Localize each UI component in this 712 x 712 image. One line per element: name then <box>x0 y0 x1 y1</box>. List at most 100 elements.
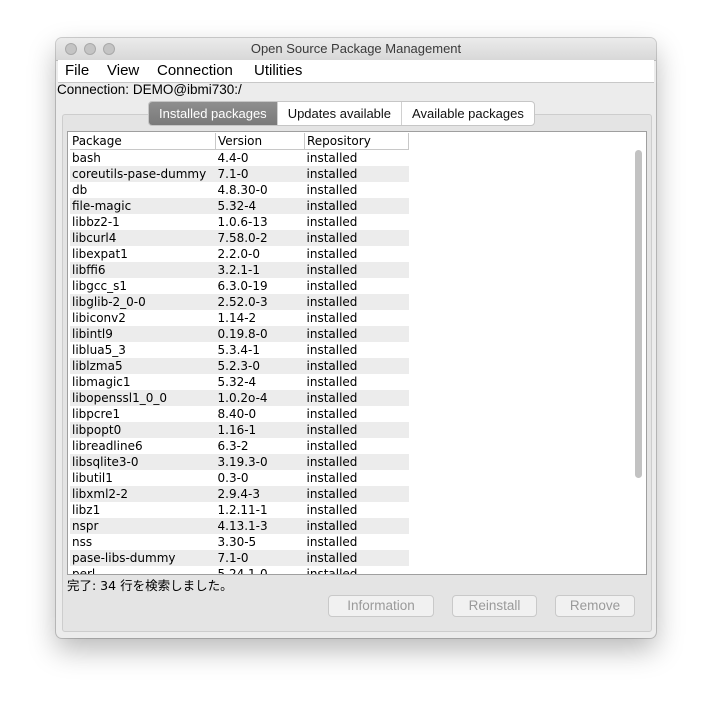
cell-version: 2.9.4-3 <box>215 486 305 502</box>
table-header-row: Package Version Repository <box>70 133 409 150</box>
table-row[interactable]: pase-libs-dummy 7.1-0 installed <box>70 550 409 566</box>
cell-version: 3.30-5 <box>217 535 257 549</box>
table-row[interactable]: libglib-2_0-0 2.52.0-3 installed <box>70 294 409 310</box>
table-row[interactable]: libbz2-1 1.0.6-13 installed <box>70 214 409 230</box>
table-row[interactable]: libutil1 0.3-0 installed <box>70 470 409 486</box>
table-row[interactable]: libpcre1 8.40-0 installed <box>70 406 409 422</box>
cell-repository: installed <box>304 294 409 310</box>
cell-repository: installed <box>306 151 358 165</box>
tab-bar: Installed packages Updates available Ava… <box>148 101 535 126</box>
cell-package: libz1 <box>72 503 101 517</box>
cell-repository: installed <box>304 358 409 374</box>
menu-view[interactable]: View <box>107 62 139 79</box>
cell-version: 4.4-0 <box>217 151 249 165</box>
table-row[interactable]: file-magic 5.32-4 installed <box>70 198 409 214</box>
cell-package: libopenssl1_0_0 <box>70 390 216 406</box>
cell-package: file-magic <box>70 198 216 214</box>
table-row[interactable]: libxml2-2 2.9.4-3 installed <box>70 486 409 502</box>
table-row[interactable]: libz1 1.2.11-1 installed <box>70 502 409 518</box>
package-table-body: bash 4.4-0 installed coreutils-pase-dummy 7.… <box>70 150 409 575</box>
cell-package: libutil1 <box>72 471 113 485</box>
reinstall-button[interactable]: Reinstall <box>452 595 537 617</box>
cell-version: 5.32-4 <box>215 198 305 214</box>
connection-info: Connection: DEMO@ibmi730:/ <box>57 82 242 97</box>
cell-version: 6.3-2 <box>217 439 249 453</box>
cell-version: 0.3-0 <box>217 471 249 485</box>
column-header-version[interactable]: Version <box>215 133 305 150</box>
table-row[interactable]: libopenssl1_0_0 1.0.2o-4 installed <box>70 390 409 406</box>
column-header-package[interactable]: Package <box>70 133 216 150</box>
table-row[interactable]: liblzma5 5.2.3-0 installed <box>70 358 409 374</box>
cell-repository: installed <box>306 471 358 485</box>
cell-version: 3.19.3-0 <box>215 454 305 470</box>
cell-version: 3.2.1-1 <box>215 262 305 278</box>
cell-version: 5.2.3-0 <box>215 358 305 374</box>
cell-repository: installed <box>306 311 358 325</box>
menu-file[interactable]: File <box>65 62 89 79</box>
cell-package: libgcc_s1 <box>72 279 127 293</box>
cell-package: libmagic1 <box>72 375 131 389</box>
cell-version: 5.3.4-1 <box>217 343 261 357</box>
table-row[interactable]: nss 3.30-5 installed <box>70 534 409 550</box>
cell-repository: installed <box>306 535 358 549</box>
cell-repository: installed <box>304 230 409 246</box>
cell-version: 1.16-1 <box>215 422 305 438</box>
table-row[interactable]: libreadline6 6.3-2 installed <box>70 438 409 454</box>
tab-available-packages[interactable]: Available packages <box>401 102 534 125</box>
table-row[interactable]: bash 4.4-0 installed <box>70 150 409 167</box>
column-header-repository[interactable]: Repository <box>304 133 409 150</box>
package-table-scrollpane[interactable]: Package Version Repository bash 4.4-0 inst… <box>67 131 647 575</box>
menu-bar: File View Connection Utilities <box>58 60 654 83</box>
table-row[interactable]: coreutils-pase-dummy 7.1-0 installed <box>70 166 409 182</box>
cell-version: 7.58.0-2 <box>215 230 305 246</box>
cell-version: 7.1-0 <box>215 166 305 182</box>
cell-repository: installed <box>306 407 358 421</box>
table-row[interactable]: nspr 4.13.1-3 installed <box>70 518 409 534</box>
table-row[interactable]: libexpat1 2.2.0-0 installed <box>70 246 409 262</box>
menu-connection[interactable]: Connection <box>157 62 233 79</box>
cell-repository: installed <box>304 454 409 470</box>
cell-package: db <box>72 183 88 197</box>
cell-package: libbz2-1 <box>72 215 120 229</box>
cell-package: libglib-2_0-0 <box>70 294 216 310</box>
cell-version: 4.8.30-0 <box>217 183 268 197</box>
table-row[interactable]: db 4.8.30-0 installed <box>70 182 409 198</box>
cell-package: libcurl4 <box>70 230 216 246</box>
cell-repository: installed <box>304 422 409 438</box>
vertical-scrollbar[interactable] <box>634 150 643 570</box>
cell-package: libiconv2 <box>72 311 126 325</box>
remove-button[interactable]: Remove <box>555 595 635 617</box>
table-row[interactable]: libsqlite3-0 3.19.3-0 installed <box>70 454 409 470</box>
cell-package: libpcre1 <box>72 407 121 421</box>
cell-repository: installed <box>306 503 358 517</box>
cell-repository: installed <box>306 279 358 293</box>
cell-version: 7.1-0 <box>215 550 305 566</box>
cell-package: libintl9 <box>70 326 216 342</box>
information-button[interactable]: Information <box>328 595 434 617</box>
table-row[interactable]: libmagic1 5.32-4 installed <box>70 374 409 390</box>
tab-installed-packages[interactable]: Installed packages <box>149 102 277 125</box>
table-row[interactable]: libgcc_s1 6.3.0-19 installed <box>70 278 409 294</box>
package-table: Package Version Repository bash 4.4-0 inst… <box>70 133 409 575</box>
cell-repository: installed <box>306 439 358 453</box>
cell-package: nss <box>72 535 93 549</box>
table-row[interactable]: libcurl4 7.58.0-2 installed <box>70 230 409 246</box>
cell-package: nspr <box>70 518 216 534</box>
table-row[interactable]: libffi6 3.2.1-1 installed <box>70 262 409 278</box>
table-row[interactable]: libiconv2 1.14-2 installed <box>70 310 409 326</box>
menu-utilities[interactable]: Utilities <box>254 62 302 79</box>
cell-version: 5.24.1-0 <box>217 567 268 575</box>
cell-version: 1.0.6-13 <box>217 215 268 229</box>
cell-repository: installed <box>306 375 358 389</box>
table-row[interactable]: perl 5.24.1-0 installed <box>70 566 409 575</box>
table-row[interactable]: libintl9 0.19.8-0 installed <box>70 326 409 342</box>
table-row[interactable]: liblua5_3 5.3.4-1 installed <box>70 342 409 358</box>
tab-updates-available[interactable]: Updates available <box>276 102 401 125</box>
cell-package: bash <box>72 151 101 165</box>
cell-package: liblzma5 <box>70 358 216 374</box>
scrollbar-thumb[interactable] <box>635 150 642 478</box>
cell-package: pase-libs-dummy <box>70 550 216 566</box>
cell-repository: installed <box>306 567 358 575</box>
table-row[interactable]: libpopt0 1.16-1 installed <box>70 422 409 438</box>
title-bar: Open Source Package Management <box>56 38 656 61</box>
